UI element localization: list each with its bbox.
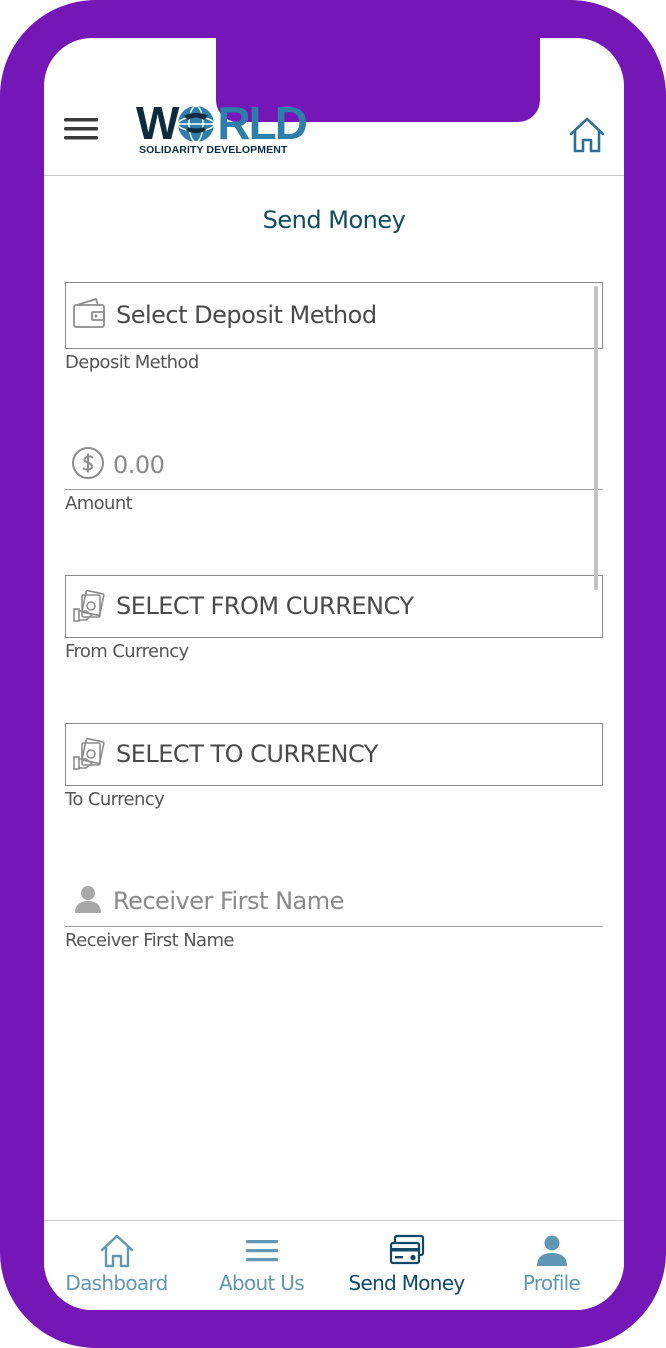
receiver-first-name-label: Receiver First Name	[65, 930, 235, 951]
cash-hand-icon	[73, 589, 105, 622]
nav-label-dashboard: Dashboard	[65, 1271, 168, 1295]
nav-about-us[interactable]: About Us	[189, 1221, 334, 1310]
user-icon	[536, 1235, 567, 1266]
deposit-method-select[interactable]: Select Deposit Method	[65, 282, 603, 349]
logo-subtitle: SOLIDARITY DEVELOPMENT	[139, 144, 288, 156]
amount-field	[65, 438, 603, 490]
globe-icon	[177, 105, 215, 143]
cash-hand-icon	[73, 737, 105, 770]
deposit-method-value: Select Deposit Method	[116, 301, 377, 329]
wallet-icon	[73, 297, 105, 328]
bottom-navigation: Dashboard About Us Send Money Profile	[44, 1220, 624, 1310]
nav-profile[interactable]: Profile	[479, 1221, 624, 1310]
home-button[interactable]	[568, 116, 608, 156]
to-currency-value: SELECT TO CURRENCY	[116, 740, 378, 768]
nav-dashboard[interactable]: Dashboard	[44, 1221, 189, 1310]
header-divider	[44, 175, 624, 176]
nav-label-send-money: Send Money	[348, 1271, 465, 1295]
app-screen: W RLD SOLIDARITY DEVELOPMENT Send Money S…	[44, 38, 624, 1310]
nav-send-money[interactable]: Send Money	[334, 1221, 479, 1310]
nav-label-profile: Profile	[522, 1271, 581, 1295]
menu-lines-icon	[245, 1240, 278, 1262]
world-solidarity-logo: W RLD SOLIDARITY DEVELOPMENT	[136, 100, 312, 160]
page-title: Send Money	[262, 206, 406, 234]
scrollbar[interactable]	[594, 286, 598, 590]
hamburger-icon	[64, 118, 98, 140]
dollar-coin-icon	[72, 447, 104, 479]
person-icon	[75, 886, 101, 913]
to-currency-select[interactable]: SELECT TO CURRENCY	[65, 723, 603, 786]
home-icon	[100, 1234, 133, 1268]
from-currency-value: SELECT FROM CURRENCY	[116, 592, 414, 620]
from-currency-select[interactable]: SELECT FROM CURRENCY	[65, 575, 603, 638]
hamburger-menu-button[interactable]	[64, 116, 104, 148]
logo-letter-w: W	[136, 97, 179, 149]
from-currency-label: From Currency	[65, 641, 189, 662]
deposit-method-label: Deposit Method	[65, 352, 199, 373]
nav-label-about-us: About Us	[219, 1271, 305, 1295]
amount-input[interactable]	[113, 448, 583, 482]
home-icon	[569, 117, 605, 153]
amount-label: Amount	[65, 493, 133, 514]
to-currency-label: To Currency	[65, 789, 165, 810]
cards-icon	[389, 1234, 424, 1265]
logo-letters-rest: RLD	[217, 97, 308, 149]
receiver-first-name-input[interactable]	[113, 884, 583, 918]
receiver-first-name-field	[65, 876, 603, 927]
